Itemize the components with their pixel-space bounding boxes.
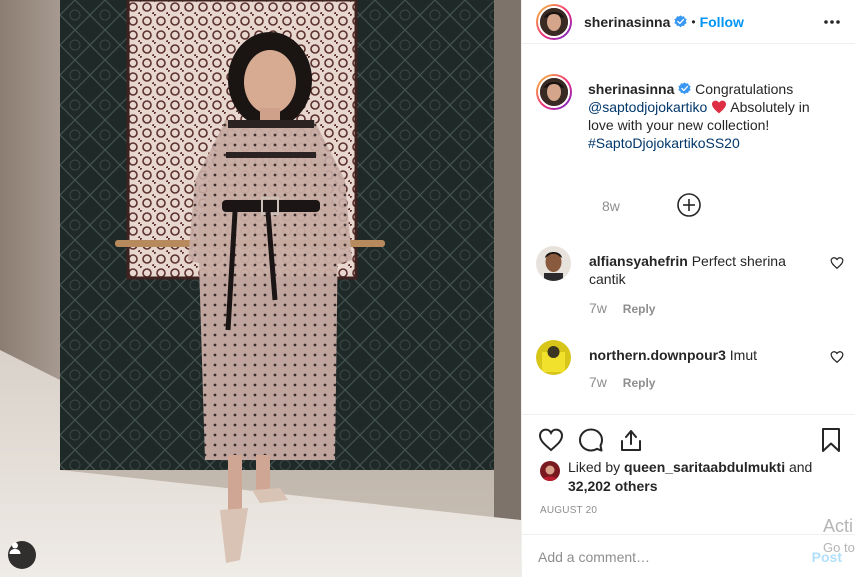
reply-button[interactable]: Reply bbox=[623, 376, 656, 390]
verified-badge-icon bbox=[674, 15, 688, 28]
comment-timestamp[interactable]: 7w bbox=[589, 300, 607, 316]
caption-hashtag-link[interactable]: #SaptoDjojokartikoSS20 bbox=[588, 135, 740, 151]
reply-button[interactable]: Reply bbox=[623, 302, 656, 316]
header-username[interactable]: sherinasinna bbox=[584, 14, 670, 30]
post-comment-button[interactable]: Post bbox=[812, 549, 842, 565]
heart-outline-icon[interactable] bbox=[830, 350, 844, 364]
comment-item: alfiansyahefrin Perfect sherina cantik 7… bbox=[536, 246, 846, 316]
profile-photo-icon bbox=[540, 461, 560, 481]
comment-meta: 7w Reply bbox=[589, 374, 655, 390]
share-icon[interactable] bbox=[618, 427, 644, 453]
post-date[interactable]: AUGUST 20 bbox=[540, 505, 597, 516]
tag-people-button[interactable] bbox=[8, 541, 36, 569]
likes-prefix: Liked by bbox=[568, 459, 621, 475]
plus-circle-icon[interactable] bbox=[676, 192, 702, 218]
caption-text: sherinasinna Congratulations @saptodjojo… bbox=[588, 80, 838, 152]
comment-username[interactable]: alfiansyahefrin bbox=[589, 253, 688, 269]
liker-username[interactable]: queen_saritaabdulmukti bbox=[624, 459, 785, 475]
caption-mention-link[interactable]: @saptodjojokartiko bbox=[588, 99, 707, 115]
comment-text: alfiansyahefrin Perfect sherina cantik bbox=[589, 252, 815, 288]
comment-icon[interactable] bbox=[578, 427, 604, 453]
action-bar bbox=[522, 414, 855, 454]
post-photo-illustration bbox=[0, 0, 521, 577]
follow-button[interactable]: Follow bbox=[700, 14, 744, 30]
more-options-icon[interactable] bbox=[822, 12, 842, 32]
profile-photo-icon bbox=[540, 7, 568, 36]
add-comment-bar: Post bbox=[522, 534, 855, 577]
user-tag-icon bbox=[9, 542, 21, 554]
heart-outline-icon[interactable] bbox=[538, 427, 564, 453]
comment-timestamp[interactable]: 7w bbox=[589, 374, 607, 390]
header-avatar[interactable] bbox=[536, 3, 572, 40]
comment-item: northern.downpour3 Imut 7w Reply bbox=[536, 340, 846, 400]
caption-timestamp[interactable]: 8w bbox=[602, 198, 620, 214]
liker-avatar[interactable] bbox=[540, 461, 560, 481]
comment-meta: 7w Reply bbox=[589, 300, 655, 316]
comment-username[interactable]: northern.downpour3 bbox=[589, 347, 726, 363]
comment-avatar[interactable] bbox=[536, 246, 571, 281]
likes-and: and bbox=[788, 459, 813, 475]
post-side-panel: sherinasinna • Follow sherinasinna Congr… bbox=[521, 0, 855, 577]
red-heart-emoji bbox=[712, 100, 727, 114]
verified-badge-icon bbox=[678, 82, 691, 95]
profile-photo-icon bbox=[540, 78, 568, 106]
heart-outline-icon[interactable] bbox=[830, 256, 844, 270]
likes-summary: Liked by queen_saritaabdulmukti and 32,2… bbox=[540, 458, 840, 496]
likes-others-count[interactable]: 32,202 others bbox=[568, 478, 658, 494]
post-photo[interactable] bbox=[0, 0, 521, 577]
comments-list[interactable]: sherinasinna Congratulations @saptodjojo… bbox=[522, 44, 855, 414]
comment-text: northern.downpour3 Imut bbox=[589, 346, 815, 364]
comment-body: Imut bbox=[729, 347, 758, 363]
caption-username[interactable]: sherinasinna bbox=[588, 81, 674, 97]
profile-photo-icon bbox=[536, 340, 571, 375]
profile-photo-icon bbox=[536, 246, 571, 281]
header-separator: • bbox=[691, 14, 696, 29]
caption-avatar[interactable] bbox=[536, 74, 572, 110]
post-header: sherinasinna • Follow bbox=[522, 0, 855, 44]
comment-input[interactable] bbox=[538, 547, 798, 567]
comment-avatar[interactable] bbox=[536, 340, 571, 375]
bookmark-icon[interactable] bbox=[818, 427, 844, 453]
caption-text-before: Congratulations bbox=[695, 81, 794, 97]
